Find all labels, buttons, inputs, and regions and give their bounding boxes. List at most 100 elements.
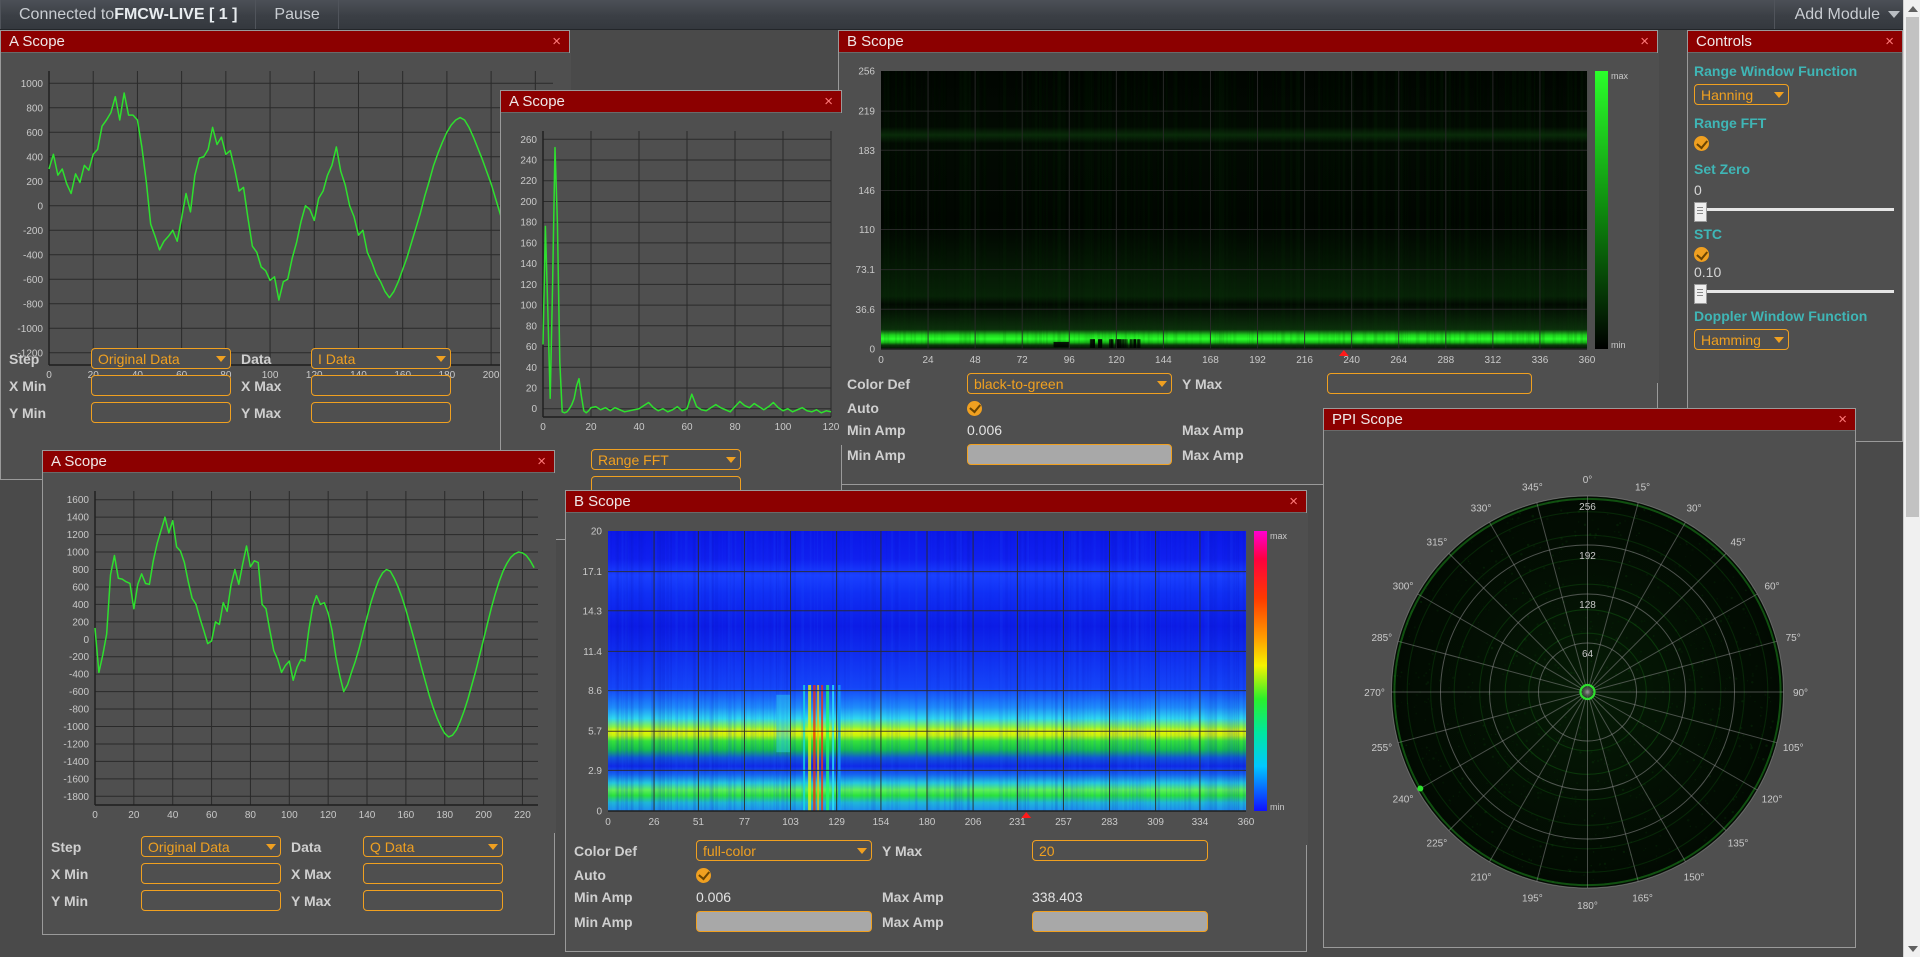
ymax-input[interactable] xyxy=(363,890,503,911)
ymin-input[interactable] xyxy=(91,402,231,423)
minamp-input[interactable] xyxy=(696,911,872,932)
auto-checkbox[interactable] xyxy=(967,401,982,416)
slider-knob[interactable] xyxy=(1694,202,1707,222)
panel-controls-titlebar[interactable]: Controls × xyxy=(1688,31,1902,53)
panel-ppi-scope[interactable]: PPI Scope × 641281922560°15°30°45°60°75°… xyxy=(1323,408,1856,948)
svg-text:60: 60 xyxy=(526,342,538,353)
ymax-input[interactable] xyxy=(311,402,451,423)
svg-text:26: 26 xyxy=(649,817,661,828)
panel-a-scope-3[interactable]: A Scope × 16001400120010008006004002000-… xyxy=(42,450,555,935)
data-label: Data xyxy=(241,351,301,367)
minamp-label: Min Amp xyxy=(847,422,957,438)
panel-ppi-scope-titlebar[interactable]: PPI Scope × xyxy=(1324,409,1855,431)
svg-text:-600: -600 xyxy=(23,275,43,286)
doppler-window-select[interactable]: Hamming xyxy=(1694,329,1789,350)
ymax-label: Y Max xyxy=(291,893,353,909)
ymin-input[interactable] xyxy=(141,890,281,911)
svg-text:140: 140 xyxy=(520,259,537,270)
data-select[interactable]: Q Data xyxy=(363,836,503,857)
minamp-input[interactable] xyxy=(967,444,1172,465)
colordef-select[interactable]: black-to-green xyxy=(967,373,1172,394)
xmin-input[interactable] xyxy=(91,375,231,396)
chart-ppi-scope: 641281922560°15°30°45°60°75°90°105°120°1… xyxy=(1324,431,1855,947)
svg-text:800: 800 xyxy=(26,103,43,114)
minamp-value: 0.006 xyxy=(696,889,872,905)
step-select[interactable]: Range FFT xyxy=(591,449,741,470)
pause-button[interactable]: Pause xyxy=(256,0,338,29)
stc-slider[interactable] xyxy=(1694,284,1896,298)
close-icon[interactable]: × xyxy=(535,455,548,469)
svg-text:129: 129 xyxy=(828,817,845,828)
ymax-input[interactable] xyxy=(1327,373,1532,394)
connection-status[interactable]: Connected to FMCW-LIVE [ 1 ] xyxy=(0,0,256,29)
close-icon[interactable]: × xyxy=(550,35,563,49)
step-select[interactable]: Original Data xyxy=(91,348,231,369)
panel-controls[interactable]: Controls × Range Window Function Hanning… xyxy=(1687,30,1903,442)
xmin-input[interactable] xyxy=(141,863,281,884)
svg-text:110: 110 xyxy=(859,225,875,236)
panel-a-scope-1[interactable]: A Scope × 10008006004002000-200-400-600-… xyxy=(0,30,570,480)
panel-a-scope-1-titlebar[interactable]: A Scope × xyxy=(1,31,569,53)
maxamp-input[interactable] xyxy=(1032,911,1208,932)
close-icon[interactable]: × xyxy=(1836,413,1849,427)
triangle-down-icon xyxy=(1908,946,1918,952)
triangle-up-icon xyxy=(1908,6,1918,12)
close-icon[interactable]: × xyxy=(822,95,835,109)
panel-b-scope-2-titlebar[interactable]: B Scope × xyxy=(566,491,1306,513)
svg-text:80: 80 xyxy=(526,321,538,332)
slider-knob[interactable] xyxy=(1694,284,1707,304)
colordef-label: Color Def xyxy=(847,376,957,392)
svg-text:220: 220 xyxy=(520,176,537,187)
svg-text:334: 334 xyxy=(1192,817,1209,828)
svg-text:219: 219 xyxy=(858,107,875,118)
svg-text:0°: 0° xyxy=(1583,475,1593,486)
svg-text:17.1: 17.1 xyxy=(583,567,603,578)
set-zero-slider[interactable] xyxy=(1694,202,1896,216)
svg-text:-800: -800 xyxy=(69,705,89,716)
svg-text:150°: 150° xyxy=(1684,873,1705,884)
range-window-select[interactable]: Hanning xyxy=(1694,84,1789,105)
minamp-value: 0.006 xyxy=(967,422,1172,438)
auto-checkbox[interactable] xyxy=(696,868,711,883)
scroll-up-arrow[interactable] xyxy=(1904,0,1920,17)
scroll-down-arrow[interactable] xyxy=(1904,940,1920,957)
close-icon[interactable]: × xyxy=(1287,495,1300,509)
auto-label: Auto xyxy=(574,867,686,883)
data-select[interactable]: I Data xyxy=(311,348,451,369)
ymax-label: Y Max xyxy=(882,843,1022,859)
svg-text:400: 400 xyxy=(72,600,89,611)
svg-text:183: 183 xyxy=(858,146,875,157)
ymin-label: Y Min xyxy=(9,405,81,421)
xmax-input[interactable] xyxy=(363,863,503,884)
panel-b-scope-2[interactable]: B Scope × 2017.114.311.48.65.72.90026517… xyxy=(565,490,1307,952)
panel-title-text: B Scope xyxy=(574,493,631,510)
svg-text:20: 20 xyxy=(526,383,538,394)
pause-label: Pause xyxy=(274,6,319,24)
svg-text:255°: 255° xyxy=(1371,743,1392,754)
chevron-down-icon xyxy=(1888,11,1900,18)
slider-track xyxy=(1702,208,1894,211)
xmax-input[interactable] xyxy=(311,375,451,396)
close-icon[interactable]: × xyxy=(1638,35,1651,49)
add-module-button[interactable]: Add Module xyxy=(1774,0,1920,29)
svg-text:260: 260 xyxy=(520,135,537,146)
panel-a-scope-3-body: 16001400120010008006004002000-200-400-60… xyxy=(43,473,554,934)
svg-text:80: 80 xyxy=(245,810,257,821)
stc-checkbox[interactable] xyxy=(1694,247,1709,262)
step-select[interactable]: Original Data xyxy=(141,836,281,857)
xmin-label: X Min xyxy=(51,866,131,882)
range-fft-checkbox[interactable] xyxy=(1694,136,1709,151)
chevron-down-icon xyxy=(436,356,446,362)
panel-b-scope-1-titlebar[interactable]: B Scope × xyxy=(839,31,1657,53)
ymax-input[interactable]: 20 xyxy=(1032,840,1208,861)
b-scope-2-form: Color Def full-color Y Max 20 Auto Min A… xyxy=(574,840,1208,932)
svg-text:144: 144 xyxy=(1155,355,1172,366)
close-icon[interactable]: × xyxy=(1883,35,1896,49)
svg-text:min: min xyxy=(1611,340,1626,350)
svg-text:200: 200 xyxy=(72,617,89,628)
panel-a-scope-3-titlebar[interactable]: A Scope × xyxy=(43,451,554,473)
panel-a-scope-2-titlebar[interactable]: A Scope × xyxy=(501,91,841,113)
vertical-scrollbar[interactable] xyxy=(1903,0,1920,957)
colordef-select[interactable]: full-color xyxy=(696,840,872,861)
scrollbar-thumb[interactable] xyxy=(1906,17,1919,517)
